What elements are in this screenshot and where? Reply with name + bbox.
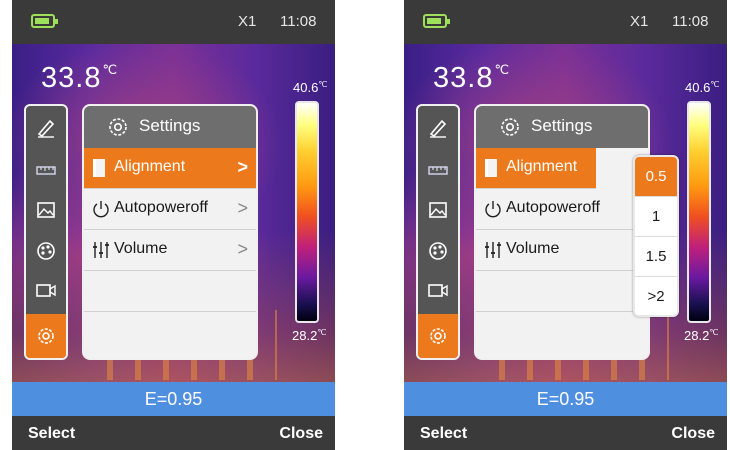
power-icon [93,201,109,218]
menu-item-volume[interactable]: Volume > [84,230,256,271]
min-temperature: 28.2℃ [684,328,718,343]
battery-icon [31,14,58,28]
menu-item-volume[interactable]: Volume [476,230,648,271]
max-temperature-unit: ℃ [710,80,720,89]
alignment-icon [485,159,497,177]
gear-icon[interactable] [424,322,452,350]
color-scale-bar [687,101,711,323]
menu-item-empty [84,271,256,312]
pen-icon[interactable] [32,114,60,142]
emissivity-bar: E=0.95 [404,382,727,416]
palette-icon[interactable] [424,237,452,265]
min-temperature: 28.2℃ [292,328,326,343]
menu-item-alignment[interactable]: Alignment [476,148,596,189]
image-icon[interactable] [424,196,452,224]
gear-icon[interactable] [32,322,60,350]
power-icon [485,201,501,218]
alignment-icon [93,159,105,177]
settings-panel: Settings Alignment > Autopoweroff > Volu… [82,104,258,360]
menu-item-label: Alignment [114,158,186,175]
min-temperature-unit: ℃ [709,328,719,337]
settings-gear-icon [501,118,519,136]
settings-gear-icon [109,118,127,136]
menu-item-empty [476,271,648,312]
clock: 11:08 [280,13,317,30]
max-temperature-unit: ℃ [318,80,328,89]
status-bar: X1 11:08 [12,0,335,44]
volume-sliders-icon [485,242,501,258]
menu-item-label: Alignment [506,158,578,175]
center-temperature-unit: ℃ [494,62,511,77]
volume-sliders-icon [93,242,109,258]
center-temperature-unit: ℃ [102,62,119,77]
image-icon[interactable] [32,196,60,224]
menu-item-label: Autopoweroff [114,199,208,216]
settings-header: Settings [84,106,256,148]
center-temperature: 33.8℃ [433,62,510,95]
max-temperature-value: 40.6 [685,80,711,95]
chevron-right-icon: > [237,239,248,259]
settings-panel: Settings Alignment Autopoweroff Volume [474,104,650,360]
alignment-option[interactable]: 1.5 [635,237,677,277]
settings-header: Settings [476,106,648,148]
menu-item-label: Volume [114,240,168,257]
center-temperature-value: 33.8 [433,62,494,94]
pen-icon[interactable] [424,114,452,142]
settings-title: Settings [139,116,201,135]
menu-item-alignment[interactable]: Alignment > [84,148,256,189]
palette-icon[interactable] [32,237,60,265]
center-temperature: 33.8℃ [41,62,118,95]
status-bar: X1 11:08 [404,0,727,44]
zoom-level: X1 [630,13,649,30]
clock: 11:08 [672,13,709,30]
zoom-level: X1 [238,13,257,30]
chevron-right-icon: > [237,157,248,177]
min-temperature-value: 28.2 [684,328,710,343]
menu-item-label: Autopoweroff [506,199,600,216]
alignment-options-popup: 0.5 1 1.5 >2 [633,155,679,317]
alignment-option[interactable]: 1 [635,197,677,237]
emissivity-bar: E=0.95 [12,382,335,416]
alignment-option[interactable]: >2 [635,277,677,315]
menu-item-empty [84,312,256,352]
menu-item-autopoweroff[interactable]: Autopoweroff > [84,189,256,230]
ruler-icon[interactable] [32,156,60,184]
menu-item-label: Volume [506,240,560,257]
mode-sidebar [24,104,68,360]
min-temperature-unit: ℃ [317,328,327,337]
menu-item-autopoweroff[interactable]: Autopoweroff [476,189,648,230]
chevron-right-icon: > [237,198,248,218]
select-softkey[interactable]: Select [28,425,75,443]
camera-screen-left: X1 11:08 33.8℃ 40.6℃ 28.2℃ Settings Alig… [12,0,335,450]
select-softkey[interactable]: Select [420,425,467,443]
close-softkey[interactable]: Close [671,425,715,443]
video-icon[interactable] [32,276,60,304]
settings-title: Settings [531,116,593,135]
max-temperature: 40.6℃ [685,80,719,95]
min-temperature-value: 28.2 [292,328,318,343]
softkey-bar: Select Close [12,416,335,450]
alignment-option[interactable]: 0.5 [635,157,677,197]
max-temperature-value: 40.6 [293,80,319,95]
close-softkey[interactable]: Close [279,425,323,443]
camera-screen-right: X1 11:08 33.8℃ 40.6℃ 28.2℃ Settings Alig… [404,0,727,450]
softkey-bar: Select Close [404,416,727,450]
video-icon[interactable] [424,276,452,304]
mode-sidebar [416,104,460,360]
color-scale-bar [295,101,319,323]
menu-item-empty [476,312,648,352]
battery-icon [423,14,450,28]
center-temperature-value: 33.8 [41,62,102,94]
ruler-icon[interactable] [424,156,452,184]
max-temperature: 40.6℃ [293,80,327,95]
